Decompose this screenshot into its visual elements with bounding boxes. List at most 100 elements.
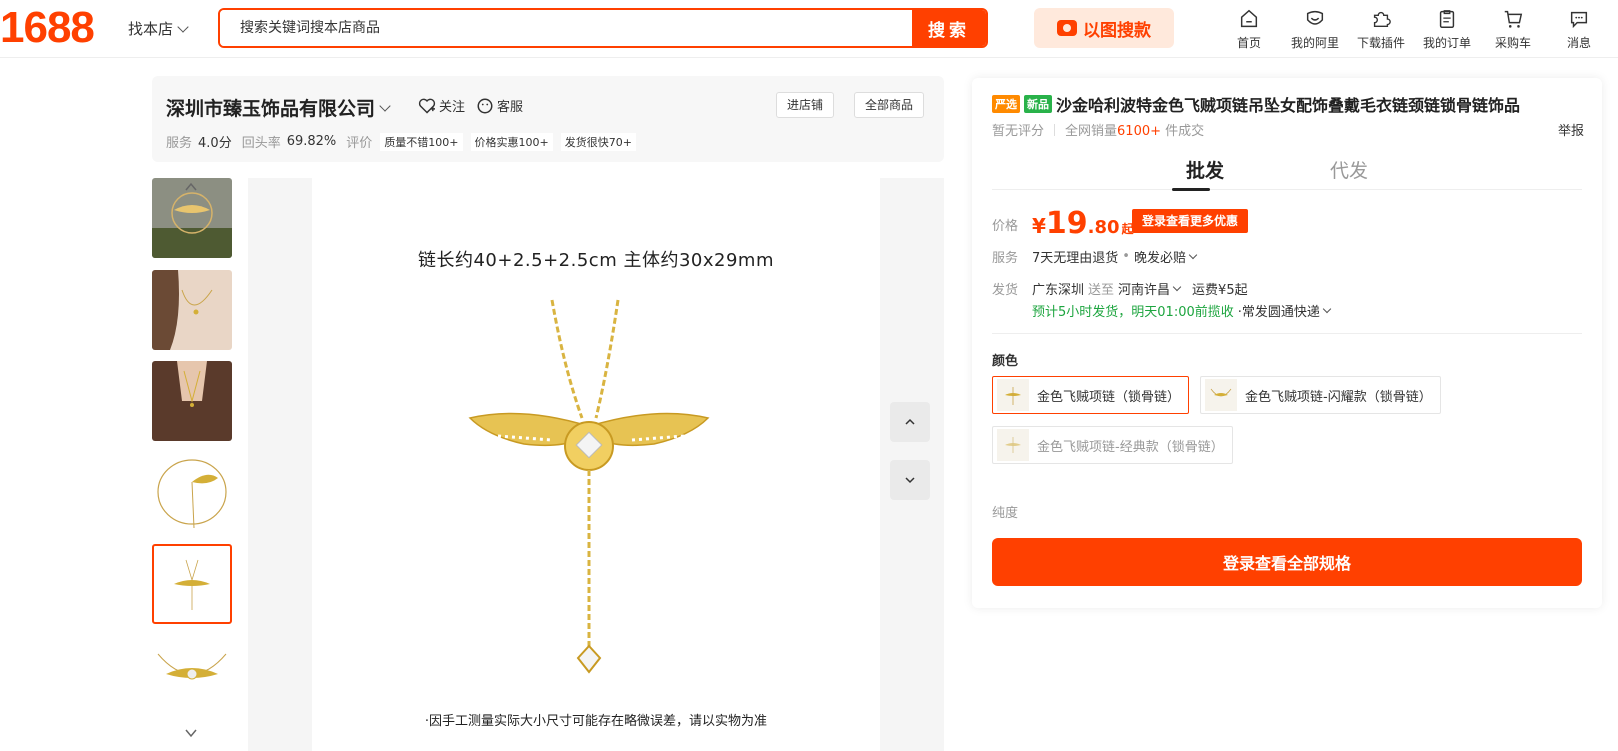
service-value: 7天无理由退货 [1032,251,1119,266]
shop-name: 深圳市臻玉饰品有限公司 [166,98,376,120]
follow-button[interactable]: 关注 [418,96,465,115]
puzzle-icon [1373,11,1391,28]
divider [1054,123,1056,136]
shipping-label: 发货 [992,283,1019,298]
login-view-all-specs-button[interactable]: 登录查看全部规格 [992,538,1582,586]
shipping-estimate[interactable]: 预计5小时发货，明天01:00前揽收 ·常发圆通快递 [1032,301,1332,320]
ship-from: 广东深圳 [1032,283,1085,298]
heart-plus-icon [418,98,436,114]
enter-shop-button[interactable]: 进店铺 [776,92,835,118]
nav-label: 下载插件 [1356,36,1405,50]
report-link[interactable]: 举报 [1558,120,1584,139]
chevron-down-icon [1172,282,1182,291]
top-header: 1688 找本店 搜索 以图搜款 首页 我的阿里 下载插件 我的订单 采购车 [0,0,1618,58]
nav-cart[interactable]: 采购车 [1480,8,1546,51]
customer-service-button[interactable]: 客服 [476,96,523,115]
price-currency: ¥ [1032,214,1046,238]
message-icon [1570,11,1588,29]
review-tag: 发货很快70+ [560,132,636,151]
sku-thumbnail [997,429,1029,461]
sku-option-selected[interactable]: 金色飞贼项链（锁骨链） [992,376,1190,414]
search-bar: 搜索 [218,8,988,48]
shipping-route[interactable]: 广东深圳 送至 河南许昌 运费¥5起 [1032,279,1248,298]
thumbnail-image-model-neck [152,270,232,350]
shop-info-card: 深圳市臻玉饰品有限公司 关注 客服 进店铺 全部商品 服务 4.0分 回头率 6… [152,76,944,162]
thumbnails-down-arrow-icon[interactable] [184,726,198,740]
thumbnail-strip [152,178,232,751]
review-tag: 质量不错100+ [380,132,463,151]
service-info[interactable]: 7天无理由退货 • 晚发必赔 [1032,247,1198,266]
thumbnail[interactable] [152,361,232,441]
thumbnails-up-arrow-icon[interactable] [184,180,198,194]
nav-my-ali[interactable]: 我的阿里 [1282,8,1348,51]
pendant-icon [1005,437,1021,453]
thumbnail[interactable] [152,452,232,532]
image-caption-disclaimer: ·因手工测量实际大小尺寸可能存在略微误差，请以实物为准 [424,714,768,729]
badge-yanxuan: 严选 [992,95,1020,113]
store-scope-dropdown[interactable]: 找本店 [128,18,189,39]
rating-text: 暂无评分 [992,124,1045,139]
review-tag: 价格实惠100+ [470,132,553,151]
dot-separator: • [1122,249,1130,264]
courier: ·常发圆通快递 [1237,305,1320,320]
login-more-discount-button[interactable]: 登录查看更多优惠 [1132,209,1249,233]
follow-label: 关注 [439,100,466,115]
nav-download-plugin[interactable]: 下载插件 [1348,8,1414,51]
thumbnail-image-chain [152,452,232,532]
shop-name-dropdown[interactable]: 深圳市臻玉饰品有限公司 [166,94,391,121]
order-icon [1439,10,1455,28]
sales-info: 全网销量6100+ 件成交 [1065,120,1204,139]
thumbnail[interactable] [152,634,232,714]
chevron-down-icon [1322,304,1332,313]
main-image-canvas: 链长约40+2.5+2.5cm 主体约30x29mm ·因手工测量实际大小尺寸可… [312,178,880,751]
nav-messages[interactable]: 消息 [1546,8,1612,51]
thumbnail-image-flat-pendant [152,634,232,714]
nav-home[interactable]: 首页 [1216,8,1282,51]
chevron-up-icon [905,418,915,425]
chevron-down-icon [177,20,189,33]
ship-estimate: 预计5小时发货，明天01:00前揽收 [1032,305,1234,320]
site-logo[interactable]: 1688 [0,6,95,50]
search-button[interactable]: 搜索 [912,10,986,46]
sku-option-disabled[interactable]: 金色飞贼项链-经典款（锁骨链） [992,426,1233,464]
price-integer: 19 [1045,206,1088,241]
sales-value: 6100+ [1117,124,1162,139]
pendant-icon [1210,388,1232,397]
thumbnail-active[interactable] [152,544,232,624]
price-display: ¥ 19 .80 起 [1032,206,1134,241]
sales-suffix: 件成交 [1165,124,1205,139]
purchase-mode-tabs: 批发 代发 [992,148,1582,190]
image-prev-button[interactable] [890,402,930,442]
service-label: 服务 [992,251,1019,266]
nav-label: 我的订单 [1422,36,1471,50]
color-label: 颜色 [992,354,1019,369]
sku-label: 金色飞贼项链（锁骨链） [1037,389,1181,405]
sku-option[interactable]: 金色飞贼项链-闪耀款（锁骨链） [1200,376,1441,414]
thumbnail-image-pendant [154,546,230,622]
all-products-button[interactable]: 全部商品 [854,92,925,118]
image-next-button[interactable] [890,460,930,500]
tab-dropship[interactable]: 代发 [1330,156,1368,183]
product-sub-info: 暂无评分 全网销量6100+ 件成交 [992,120,1204,139]
service-extra: 晚发必赔 [1133,251,1186,266]
nav-label: 我的阿里 [1290,36,1339,50]
thumbnail[interactable] [152,270,232,350]
chevron-down-icon [1188,250,1198,259]
stat-value: 69.82% [286,134,337,149]
pendant-icon [1005,387,1021,405]
product-title: 沙金哈利波特金色飞贼项链吊坠女配饰叠戴毛衣链颈链锁骨链饰品 [1056,96,1521,115]
price-label: 价格 [992,219,1019,234]
service-label: 客服 [497,100,524,115]
nav-my-orders[interactable]: 我的订单 [1414,8,1480,51]
search-input[interactable] [220,10,912,46]
shop-stats: 服务 4.0分 回头率 69.82% 评价 质量不错100+ 价格实惠100+ … [166,132,636,151]
image-search-button[interactable]: 以图搜款 [1034,8,1174,48]
nav-label: 首页 [1236,36,1261,50]
cart-icon [1504,10,1523,28]
ship-to: 河南许昌 [1118,283,1171,298]
badge-new: 新品 [1024,95,1052,113]
necklace-pendant-image [468,299,710,674]
camera-icon [1057,20,1077,36]
tab-wholesale[interactable]: 批发 [1186,156,1224,183]
stat-label: 评价 [346,136,373,151]
